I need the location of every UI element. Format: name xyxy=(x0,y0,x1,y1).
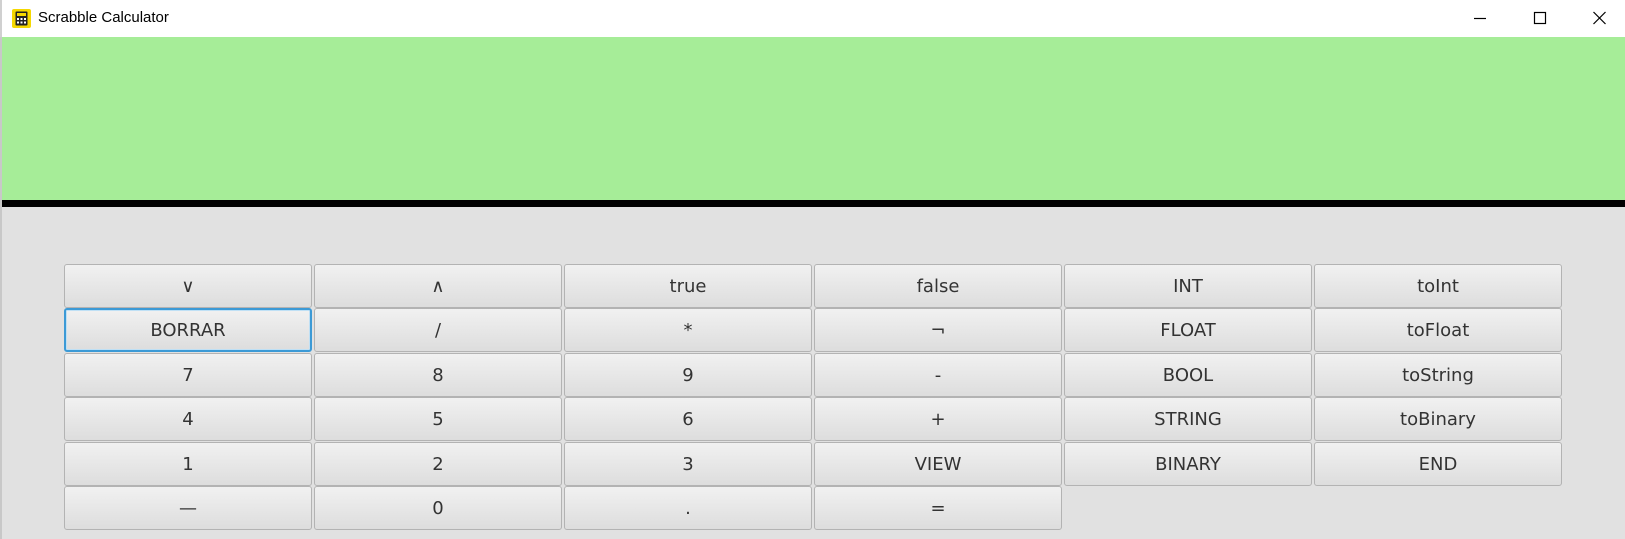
app-window: Scrabble Calculator ∨ ∧ true false INT toInt B… xyxy=(0,0,1625,539)
key-2-2[interactable]: 9 xyxy=(564,353,812,397)
key-4-5[interactable]: END xyxy=(1314,442,1562,486)
key-4-1[interactable]: 2 xyxy=(314,442,562,486)
maximize-icon xyxy=(1533,11,1547,25)
key-2-3[interactable]: - xyxy=(814,353,1062,397)
key-3-0[interactable]: 4 xyxy=(64,397,312,441)
key-3-2[interactable]: 6 xyxy=(564,397,812,441)
key-2-0[interactable]: 7 xyxy=(64,353,312,397)
key-0-0[interactable]: ∨ xyxy=(64,264,312,308)
calculator-display xyxy=(2,37,1625,200)
key-2-4[interactable]: BOOL xyxy=(1064,353,1312,397)
minimize-icon xyxy=(1474,17,1486,20)
key-0-2[interactable]: true xyxy=(564,264,812,308)
key-4-3[interactable]: VIEW xyxy=(814,442,1062,486)
key-5-3[interactable]: = xyxy=(814,486,1062,530)
title-bar[interactable]: Scrabble Calculator xyxy=(0,0,1625,37)
key-0-4[interactable]: INT xyxy=(1064,264,1312,308)
key-2-5[interactable]: toString xyxy=(1314,353,1562,397)
key-1-1[interactable]: / xyxy=(314,308,562,352)
key-4-0[interactable]: 1 xyxy=(64,442,312,486)
close-icon xyxy=(1593,11,1606,25)
key-4-2[interactable]: 3 xyxy=(564,442,812,486)
key-0-5[interactable]: toInt xyxy=(1314,264,1562,308)
maximize-button[interactable] xyxy=(1510,0,1570,37)
key-5-1[interactable]: 0 xyxy=(314,486,562,530)
calculator-icon xyxy=(12,9,31,28)
key-2-1[interactable]: 8 xyxy=(314,353,562,397)
key-5-2[interactable]: . xyxy=(564,486,812,530)
key-1-5[interactable]: toFloat xyxy=(1314,308,1562,352)
key-1-3[interactable]: ¬ xyxy=(814,308,1062,352)
key-3-4[interactable]: STRING xyxy=(1064,397,1312,441)
key-3-3[interactable]: + xyxy=(814,397,1062,441)
key-4-4[interactable]: BINARY xyxy=(1064,442,1312,486)
key-3-1[interactable]: 5 xyxy=(314,397,562,441)
key-5-0[interactable]: — xyxy=(64,486,312,530)
key-1-2[interactable]: * xyxy=(564,308,812,352)
window-title: Scrabble Calculator xyxy=(38,9,169,26)
key-1-4[interactable]: FLOAT xyxy=(1064,308,1312,352)
key-3-5[interactable]: toBinary xyxy=(1314,397,1562,441)
key-0-1[interactable]: ∧ xyxy=(314,264,562,308)
close-button[interactable] xyxy=(1570,0,1625,37)
minimize-button[interactable] xyxy=(1450,0,1510,37)
display-divider xyxy=(2,200,1625,207)
key-1-0[interactable]: BORRAR xyxy=(64,308,312,352)
key-0-3[interactable]: false xyxy=(814,264,1062,308)
